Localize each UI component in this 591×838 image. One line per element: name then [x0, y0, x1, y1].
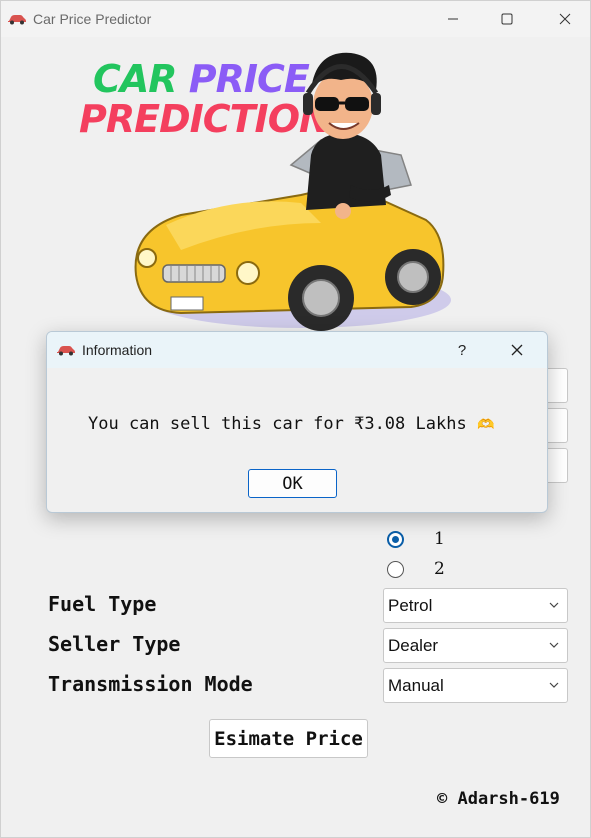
heart-hands-emoji-icon: 🫶	[476, 417, 495, 433]
car-icon	[7, 13, 27, 25]
close-button[interactable]	[540, 1, 590, 37]
fuel-type-select[interactable]: Petrol	[383, 588, 568, 623]
seller-type-select[interactable]: Dealer	[383, 628, 568, 663]
seller-type-value: Dealer	[388, 635, 439, 655]
estimate-price-button[interactable]: Esimate Price	[209, 719, 368, 758]
seller-type-label: Seller Type	[48, 632, 181, 656]
radio-option-1[interactable]: 1	[387, 529, 445, 549]
footer-credit: © Adarsh-619	[437, 789, 560, 809]
car-icon	[56, 344, 76, 356]
app-window: Car Price Predictor CAR PRICE PREDICTION	[0, 0, 591, 838]
ok-button[interactable]: OK	[248, 469, 337, 498]
radio-button[interactable]	[387, 530, 404, 548]
dialog-close-button[interactable]	[499, 332, 535, 368]
transmission-mode-select[interactable]: Manual	[383, 668, 568, 703]
fuel-type-label: Fuel Type	[48, 592, 157, 616]
close-icon	[511, 344, 523, 356]
information-dialog: Information ? You can sell this car for …	[46, 331, 548, 513]
close-icon	[559, 13, 571, 25]
hero-illustration: CAR PRICE PREDICTION	[71, 45, 471, 335]
chevron-down-icon	[549, 682, 559, 688]
radio-button[interactable]	[387, 560, 404, 578]
radio-label: 2	[434, 559, 445, 579]
window-title: Car Price Predictor	[33, 11, 152, 27]
maximize-button[interactable]	[482, 1, 532, 37]
form-input-1[interactable]	[546, 368, 568, 403]
dialog-title-bar[interactable]: Information ?	[47, 332, 547, 368]
help-button[interactable]: ?	[452, 332, 472, 368]
radio-option-2[interactable]: 2	[387, 559, 445, 579]
dialog-message-text: You can sell this car for ₹3.08 Lakhs	[88, 414, 467, 434]
radio-label: 1	[434, 529, 445, 549]
form-input-3[interactable]	[546, 448, 568, 483]
minimize-button[interactable]	[428, 1, 478, 37]
dialog-message: You can sell this car for ₹3.08 Lakhs 🫶	[88, 414, 494, 434]
form-input-2[interactable]	[546, 408, 568, 443]
cartoon-car-driver-image	[134, 52, 451, 331]
transmission-mode-value: Manual	[388, 675, 444, 695]
transmission-mode-label: Transmission Mode	[48, 672, 253, 696]
dialog-title: Information	[82, 342, 153, 358]
title-bar[interactable]: Car Price Predictor	[1, 1, 590, 37]
minimize-icon	[448, 18, 458, 20]
chevron-down-icon	[549, 602, 559, 608]
maximize-icon	[501, 13, 513, 25]
chevron-down-icon	[549, 642, 559, 648]
fuel-type-value: Petrol	[388, 595, 433, 615]
